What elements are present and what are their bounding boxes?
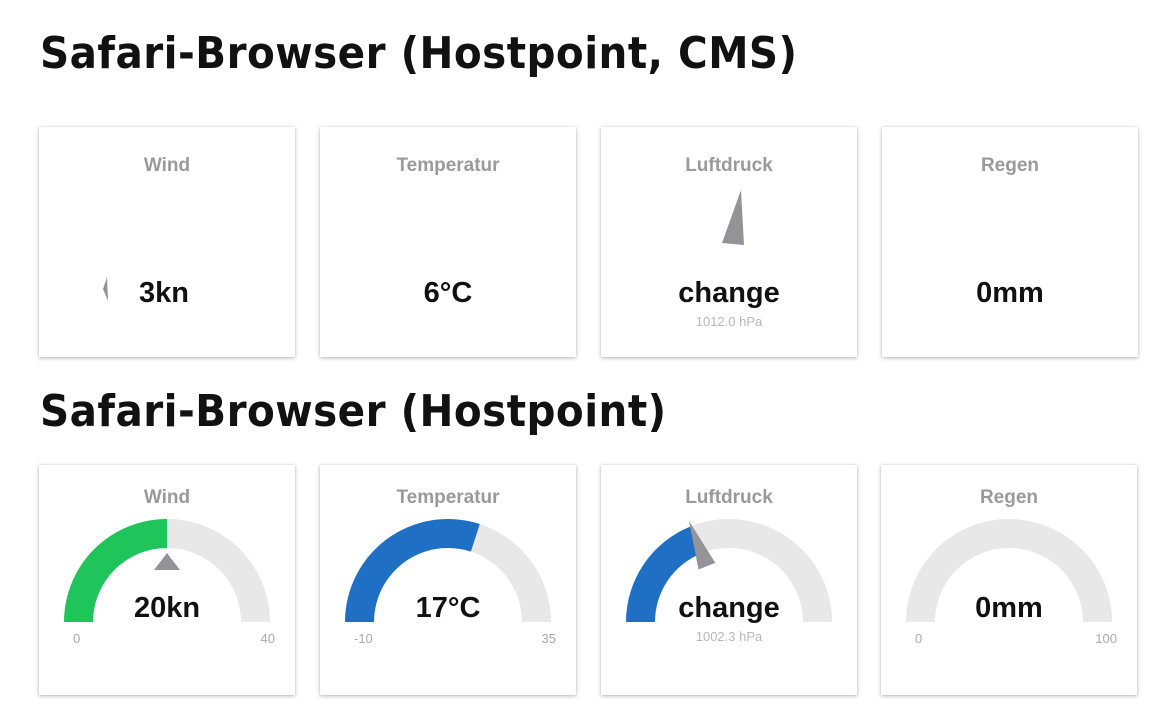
gauge-min-label: 0 [915, 631, 923, 646]
card-value: change [678, 277, 780, 309]
temperature-gauge [345, 519, 551, 622]
pressure-gauge-card: Luftdruck change 1002.3 hPa [601, 465, 857, 695]
card-subvalue: 1002.3 hPa [695, 629, 763, 644]
wind-gauge-card: Wind 20kn 0 40 [39, 465, 295, 695]
rain-gauge-card: Regen 0mm 0 100 [881, 465, 1137, 695]
card-value: 0mm [976, 277, 1044, 309]
card-value: 3kn [139, 277, 189, 309]
card-value: 0mm [975, 592, 1043, 624]
card-label: Temperatur [396, 155, 500, 176]
rain-gauge [906, 519, 1112, 622]
gauge-min-label: 0 [73, 631, 81, 646]
temperature-gauge-card: Temperatur 17°C -10 35 [320, 465, 576, 695]
wind-direction-icon [103, 277, 108, 301]
section-title-hostpoint: Safari-Browser (Hostpoint) [40, 386, 667, 437]
card-value: 17°C [415, 592, 481, 624]
pressure-arrow-icon [722, 190, 744, 245]
wind-card: Wind 3kn [39, 127, 295, 357]
gauge-max-label: 40 [260, 631, 275, 646]
section-title-cms: Safari-Browser (Hostpoint, CMS) [40, 28, 798, 79]
gauge-min-label: -10 [354, 631, 373, 646]
pressure-gauge [626, 519, 832, 622]
card-value: 20kn [133, 592, 201, 624]
gauge-max-label: 100 [1095, 631, 1117, 646]
card-value: 6°C [423, 277, 473, 309]
card-value: change [678, 592, 780, 624]
wind-gauge [64, 519, 270, 622]
temperature-card: Temperatur 6°C [320, 127, 576, 357]
card-label: Regen [980, 155, 1040, 176]
card-subvalue: 1012.0 hPa [695, 314, 763, 329]
gauge-max-label: 35 [541, 631, 556, 646]
pressure-card: Luftdruck change 1012.0 hPa [601, 127, 857, 357]
rain-card: Regen 0mm [882, 127, 1138, 357]
gauge-pointer-icon [154, 553, 180, 570]
